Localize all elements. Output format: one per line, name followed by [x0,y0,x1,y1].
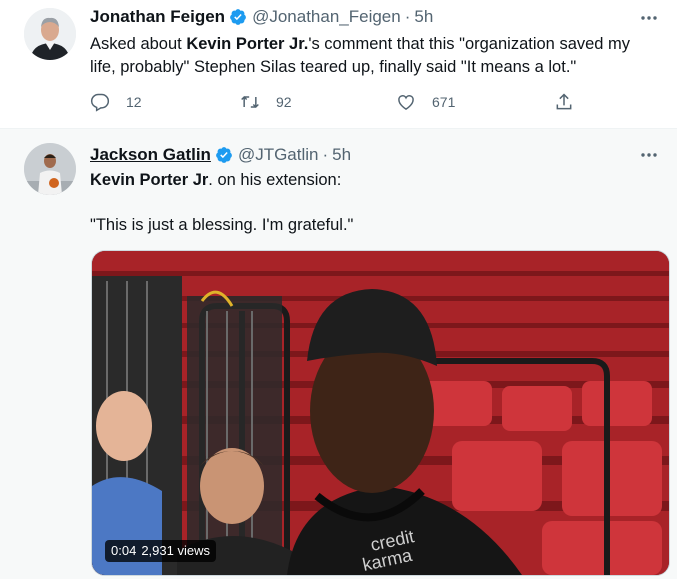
tweet-timestamp[interactable]: 5h [414,7,433,27]
separator-dot: · [322,145,329,164]
author-name[interactable]: Jackson Gatlin [90,145,211,165]
video-frame: credit karma [92,251,669,575]
author-name[interactable]: Jonathan Feigen [90,7,225,27]
tweet-header: Jonathan Feigen @Jonathan_Feigen · 5h [90,7,637,27]
tweet-text: Asked about Kevin Porter Jr.'s comment t… [90,35,631,76]
mention-kevin-porter: Kevin Porter Jr [90,171,209,189]
reply-count: 12 [126,94,142,110]
like-icon [398,95,414,110]
retweet-icon [241,95,259,109]
tweet-text-quote: "This is just a blessing. I'm grateful." [90,216,354,234]
author-handle[interactable]: @JTGatlin [238,145,319,165]
tweet-jackson-gatlin[interactable]: Jackson Gatlin @JTGatlin · 5h Kevin Port… [0,128,677,579]
like-count: 671 [432,94,456,110]
avatar[interactable] [24,143,76,195]
tweet-actions: 12 92 671 [90,92,590,114]
video-player[interactable]: credit karma [91,250,670,576]
more-options-icon[interactable] [639,145,659,165]
avatar[interactable] [24,8,76,60]
video-elapsed-time: 0:04 [111,543,137,558]
verified-badge-icon [230,9,246,25]
reply-icon [90,93,110,112]
share-icon [556,93,572,110]
more-options-icon[interactable] [639,8,659,28]
tweet-header: Jackson Gatlin @JTGatlin · 5h [90,145,637,165]
tweet-timestamp[interactable]: 5h [332,145,351,165]
author-handle[interactable]: @Jonathan_Feigen [252,7,401,27]
like-button[interactable]: 671 [396,92,455,112]
share-button[interactable] [554,92,590,112]
tweet-text-line-1: Kevin Porter Jr. on his extension: [90,171,342,189]
video-view-count: 2,931 views [141,543,210,558]
retweet-count: 92 [276,94,292,110]
verified-badge-icon [216,147,232,163]
mention-kevin-porter: Kevin Porter Jr. [186,35,309,53]
reply-button[interactable]: 12 [90,92,142,112]
separator-dot: · [404,7,411,26]
tweet-jonathan-feigen[interactable]: Jonathan Feigen @Jonathan_Feigen · 5h As… [0,0,677,128]
retweet-button[interactable]: 92 [240,92,292,112]
video-stats-badge: 0:04 2,931 views [105,540,216,562]
